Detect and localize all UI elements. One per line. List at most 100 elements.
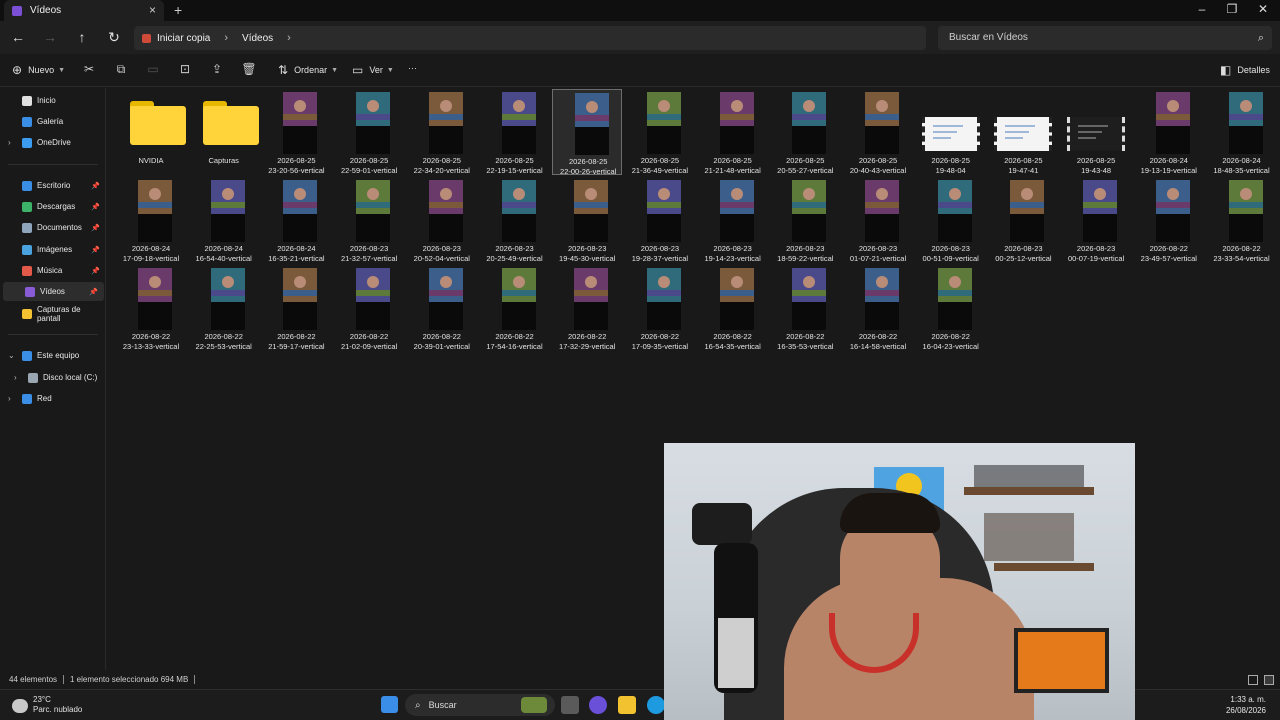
sidebar-item-vídeos[interactable]: Vídeos 📌 bbox=[3, 282, 104, 301]
start-button-icon[interactable] bbox=[381, 696, 398, 713]
refresh-button[interactable]: ↻ bbox=[105, 29, 123, 45]
sidebar-item-imágenes[interactable]: Imágenes 📌 bbox=[0, 240, 106, 259]
share-icon[interactable]: ⇪ bbox=[209, 62, 225, 76]
file-item[interactable]: 2026-08-24 16-54-40-vertical bbox=[189, 177, 259, 263]
sort-button[interactable]: ⇅ Ordenar ▼ bbox=[278, 63, 338, 77]
sidebar-item-galería[interactable]: Galería bbox=[0, 112, 106, 131]
close-window-button[interactable]: ✕ bbox=[1248, 2, 1278, 16]
file-item[interactable]: 2026-08-23 19-28-37-vertical bbox=[625, 177, 695, 263]
file-item[interactable]: 2026-08-25 21-21-48-vertical bbox=[698, 89, 768, 175]
details-view-icon[interactable] bbox=[1248, 675, 1258, 685]
file-item[interactable]: 2026-08-23 20-52-04-vertical bbox=[407, 177, 477, 263]
clock[interactable]: 1:33 a. m. 26/08/2026 bbox=[1226, 694, 1266, 716]
tab-videos[interactable]: Vídeos × bbox=[4, 0, 164, 21]
edge-icon[interactable] bbox=[647, 696, 665, 714]
sidebar-item-capturas-de-pantall[interactable]: Capturas de pantall bbox=[0, 304, 106, 323]
chevron-right-icon[interactable]: › bbox=[8, 394, 11, 403]
sidebar-item-disco-local-c-[interactable]: › Disco local (C:) bbox=[0, 368, 106, 387]
file-item[interactable]: 2026-08-25 22-59-01-vertical bbox=[334, 89, 404, 175]
sidebar-item-documentos[interactable]: Documentos 📌 bbox=[0, 218, 106, 237]
copy-icon[interactable]: ⧉ bbox=[113, 62, 129, 77]
file-item[interactable]: 2026-08-23 00-07-19-vertical bbox=[1061, 177, 1131, 263]
folder-item[interactable]: Capturas bbox=[189, 89, 259, 175]
sidebar-item-este-equipo[interactable]: ⌄ Este equipo bbox=[0, 346, 106, 365]
file-item[interactable]: 2026-08-24 19-13-19-vertical bbox=[1134, 89, 1204, 175]
chevron-right-icon[interactable]: › bbox=[224, 32, 228, 44]
folder-item[interactable]: NVIDIA bbox=[116, 89, 186, 175]
file-item[interactable]: 2026-08-24 18-48-35-vertical bbox=[1207, 89, 1277, 175]
sidebar-item-inicio[interactable]: Inicio bbox=[0, 91, 106, 110]
search-icon[interactable]: ⌕ bbox=[1258, 26, 1264, 50]
new-tab-button[interactable]: + bbox=[174, 2, 182, 18]
chevron-right-icon[interactable]: › bbox=[8, 138, 11, 147]
breadcrumb-videos[interactable]: Vídeos bbox=[242, 33, 273, 44]
view-button[interactable]: ▭ Ver ▼ bbox=[352, 63, 394, 77]
task-view-icon[interactable] bbox=[561, 696, 579, 714]
minimize-button[interactable]: – bbox=[1187, 2, 1217, 16]
pin-icon[interactable]: 📌 bbox=[89, 288, 98, 296]
file-item[interactable]: 2026-08-22 16-14-58-vertical bbox=[843, 265, 913, 351]
file-item[interactable]: 2026-08-23 19-14-23-vertical bbox=[698, 177, 768, 263]
file-item[interactable]: 2026-08-25 20-55-27-vertical bbox=[770, 89, 840, 175]
back-button[interactable]: ← bbox=[9, 29, 27, 45]
file-item[interactable]: 2026-08-25 20-40-43-vertical bbox=[843, 89, 913, 175]
file-item[interactable]: 2026-08-23 19-45-30-vertical bbox=[552, 177, 622, 263]
more-options-button[interactable]: ··· bbox=[408, 63, 417, 73]
file-item[interactable]: 2026-08-22 22-25-53-vertical bbox=[189, 265, 259, 351]
details-button[interactable]: ◧ Detalles bbox=[1220, 63, 1270, 77]
file-item[interactable]: 2026-08-22 17-54-16-vertical bbox=[480, 265, 550, 351]
pin-icon[interactable]: 📌 bbox=[91, 203, 100, 211]
file-item[interactable]: 2026-08-22 21-02-09-vertical bbox=[334, 265, 404, 351]
file-item[interactable]: 2026-08-22 23-33-54-vertical bbox=[1207, 177, 1277, 263]
chevron-right-icon[interactable]: › bbox=[287, 32, 291, 44]
file-item[interactable]: 2026-08-22 16-54-35-vertical bbox=[698, 265, 768, 351]
pin-icon[interactable]: 📌 bbox=[91, 246, 100, 254]
paste-icon[interactable]: ▭ bbox=[145, 62, 161, 76]
weather-widget[interactable]: 23°C Parc. nublado bbox=[12, 695, 82, 715]
chevron-right-icon[interactable]: › bbox=[14, 373, 17, 382]
file-item[interactable]: 2026-08-25 19-48-04 bbox=[916, 89, 986, 175]
file-item[interactable]: 2026-08-22 23-13-33-vertical bbox=[116, 265, 186, 351]
delete-icon[interactable]: 🗑 bbox=[241, 62, 257, 76]
forward-button[interactable]: → bbox=[41, 29, 59, 45]
sidebar-item-escritorio[interactable]: Escritorio 📌 bbox=[0, 176, 106, 195]
sidebar-item-red[interactable]: › Red bbox=[0, 389, 106, 408]
file-item[interactable]: 2026-08-22 17-09-35-vertical bbox=[625, 265, 695, 351]
file-item[interactable]: 2026-08-22 16-04-23-vertical bbox=[916, 265, 986, 351]
sidebar-item-música[interactable]: Música 📌 bbox=[0, 261, 106, 280]
file-item[interactable]: 2026-08-23 01-07-21-vertical bbox=[843, 177, 913, 263]
search-input[interactable]: Buscar en Vídeos ⌕ bbox=[938, 26, 1272, 50]
cut-icon[interactable]: ✂ bbox=[81, 62, 97, 76]
file-item[interactable]: 2026-08-25 21-36-49-vertical bbox=[625, 89, 695, 175]
file-item[interactable]: 2026-08-25 23-20-56-vertical bbox=[261, 89, 331, 175]
address-bar[interactable]: Iniciar copia › Vídeos › bbox=[134, 26, 926, 50]
file-item[interactable]: 2026-08-25 19-47-41 bbox=[988, 89, 1058, 175]
file-explorer-icon[interactable] bbox=[618, 696, 636, 714]
copilot-icon[interactable] bbox=[589, 696, 607, 714]
up-button[interactable]: ↑ bbox=[73, 29, 91, 45]
file-item[interactable]: 2026-08-24 16-35-21-vertical bbox=[261, 177, 331, 263]
file-item[interactable]: 2026-08-22 23-49-57-vertical bbox=[1134, 177, 1204, 263]
pin-icon[interactable]: 📌 bbox=[91, 182, 100, 190]
taskbar-search[interactable]: ⌕ Buscar bbox=[405, 694, 555, 716]
breadcrumb-start-backup[interactable]: Iniciar copia bbox=[157, 33, 210, 44]
close-tab-icon[interactable]: × bbox=[149, 0, 156, 21]
file-item[interactable]: 2026-08-23 00-25-12-vertical bbox=[988, 177, 1058, 263]
sidebar-item-onedrive[interactable]: › OneDrive bbox=[0, 133, 106, 152]
file-item[interactable]: 2026-08-23 00-51-09-vertical bbox=[916, 177, 986, 263]
maximize-button[interactable]: ❐ bbox=[1217, 2, 1247, 16]
file-item[interactable]: 2026-08-23 18-59-22-vertical bbox=[770, 177, 840, 263]
file-item[interactable]: 2026-08-22 20-39-01-vertical bbox=[407, 265, 477, 351]
new-button[interactable]: ⊕ Nuevo ▼ bbox=[12, 63, 65, 77]
file-item[interactable]: 2026-08-22 21-59-17-vertical bbox=[261, 265, 331, 351]
file-item[interactable]: 2026-08-24 17-09-18-vertical bbox=[116, 177, 186, 263]
file-item[interactable]: 2026-08-25 19-43-48 bbox=[1061, 89, 1131, 175]
rename-icon[interactable]: ⊡ bbox=[177, 62, 193, 76]
file-item[interactable]: 2026-08-22 17-32-29-vertical bbox=[552, 265, 622, 351]
file-item[interactable]: 2026-08-25 22-19-15-vertical bbox=[480, 89, 550, 175]
sidebar-item-descargas[interactable]: Descargas 📌 bbox=[0, 197, 106, 216]
chevron-down-icon[interactable]: ⌄ bbox=[8, 351, 15, 360]
file-item[interactable]: 2026-08-23 20-25-49-vertical bbox=[480, 177, 550, 263]
tiles-view-icon[interactable] bbox=[1264, 675, 1274, 685]
file-item[interactable]: 2026-08-25 22-00-26-vertical bbox=[552, 89, 623, 176]
